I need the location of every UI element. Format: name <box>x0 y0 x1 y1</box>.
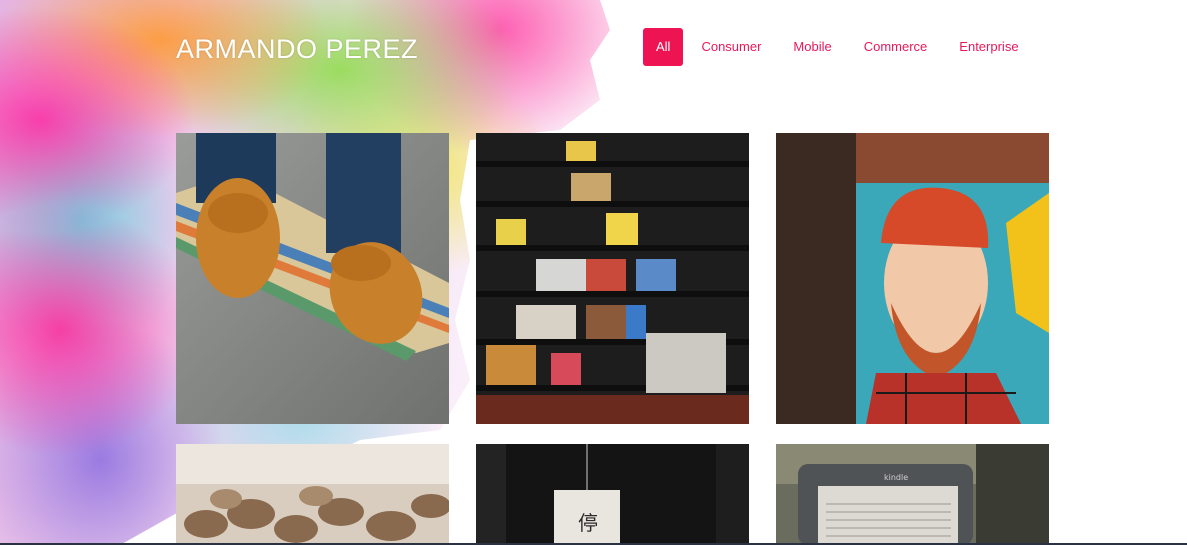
kindle-ereader-image: kindle <box>776 444 1049 545</box>
portfolio-item-skateboard[interactable] <box>176 133 449 424</box>
site-title[interactable]: ARMANDO PEREZ <box>176 34 418 65</box>
portfolio-item-kindle[interactable]: kindle <box>776 444 1049 545</box>
kindle-brand-text: kindle <box>884 473 908 482</box>
coffee-beans-image <box>176 444 449 545</box>
filter-consumer[interactable]: Consumer <box>685 28 777 66</box>
filter-mobile[interactable]: Mobile <box>777 28 847 66</box>
portfolio-item-bookshelf[interactable] <box>476 133 749 424</box>
filter-all[interactable]: All <box>643 28 684 66</box>
filter-commerce[interactable]: Commerce <box>848 28 944 66</box>
svg-text:停: 停 <box>578 511 598 535</box>
filter-enterprise[interactable]: Enterprise <box>943 28 1034 66</box>
portfolio-item-lantern[interactable]: 停 <box>476 444 749 545</box>
bookshelf-image <box>476 133 749 424</box>
portfolio-item-coffee[interactable] <box>176 444 449 545</box>
filter-nav: All Consumer Mobile Commerce Enterprise <box>643 28 1035 66</box>
paper-lantern-image: 停 <box>476 444 749 545</box>
portfolio-item-mural[interactable] <box>776 133 1049 424</box>
mural-portrait-image <box>776 133 1049 424</box>
skateboard-shoes-image <box>176 133 449 424</box>
